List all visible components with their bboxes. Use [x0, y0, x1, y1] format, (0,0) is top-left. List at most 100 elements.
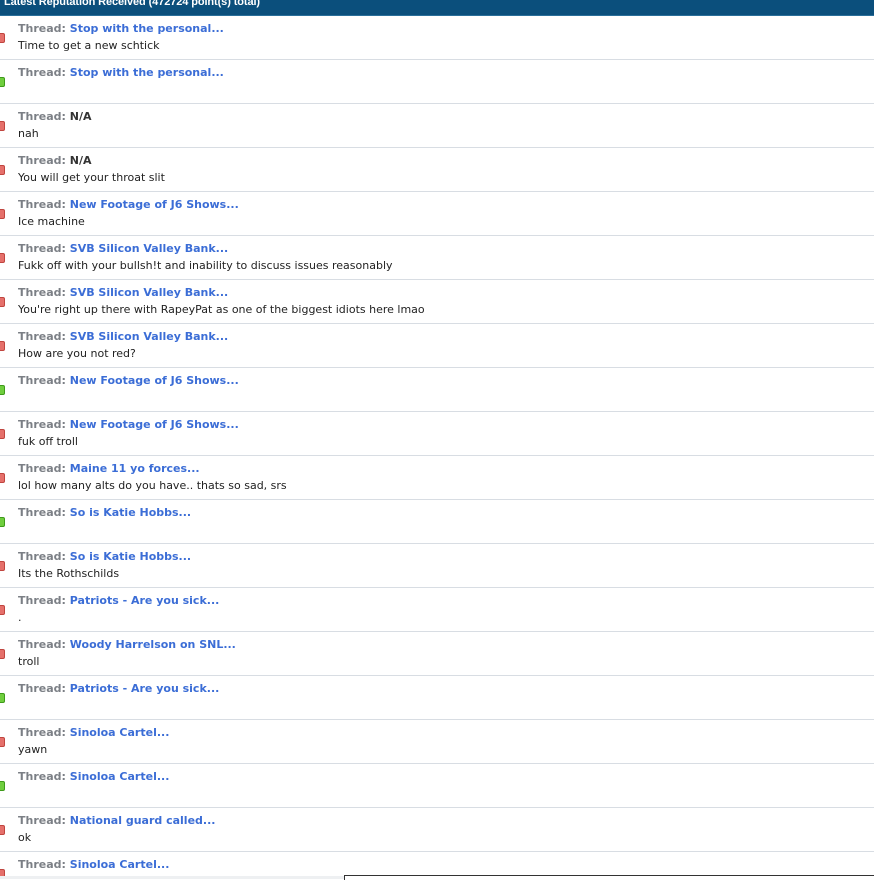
thread-link[interactable]: New Footage of J6 Shows... [70, 418, 239, 431]
thread-line: Thread: Patriots - Are you sick... [18, 682, 219, 695]
reputation-header-title: Latest Reputation Received (472724 point… [4, 0, 260, 8]
thread-line: Thread: Patriots - Are you sick... [18, 594, 219, 607]
thread-link[interactable]: Sinoloa Cartel... [70, 770, 170, 783]
thread-line: Thread: N/A [18, 154, 92, 167]
reputation-header: Latest Reputation Received (472724 point… [0, 0, 874, 16]
thread-line: Thread: Sinoloa Cartel... [18, 858, 169, 871]
thread-label: Thread: [18, 22, 66, 35]
reputation-row: Thread: Patriots - Are you sick... [0, 676, 874, 720]
thread-title: N/A [69, 110, 92, 123]
rep-comment: ok [18, 831, 32, 844]
thread-link[interactable]: New Footage of J6 Shows... [70, 374, 239, 387]
thread-line: Thread: Sinoloa Cartel... [18, 726, 169, 739]
thread-link[interactable]: Maine 11 yo forces... [70, 462, 200, 475]
rep-comment: You're right up there with RapeyPat as o… [18, 303, 425, 316]
rep-comment: You will get your throat slit [18, 171, 165, 184]
negative-rep-icon [0, 429, 5, 439]
thread-label: Thread: [18, 198, 66, 211]
positive-rep-icon [0, 385, 5, 395]
rep-comment: yawn [18, 743, 48, 756]
thread-line: Thread: Stop with the personal... [18, 22, 224, 35]
thread-line: Thread: Sinoloa Cartel... [18, 770, 169, 783]
rep-comment: How are you not red? [18, 347, 136, 360]
thread-line: Thread: SVB Silicon Valley Bank... [18, 242, 228, 255]
thread-line: Thread: SVB Silicon Valley Bank... [18, 286, 228, 299]
rep-comment: Time to get a new schtick [18, 39, 160, 52]
negative-rep-icon [0, 649, 5, 659]
negative-rep-icon [0, 165, 5, 175]
thread-label: Thread: [18, 638, 66, 651]
thread-line: Thread: New Footage of J6 Shows... [18, 374, 239, 387]
reputation-row: Thread: SVB Silicon Valley Bank... How ar… [0, 324, 874, 368]
thread-label: Thread: [18, 110, 66, 123]
thread-label: Thread: [18, 154, 66, 167]
thread-label: Thread: [18, 286, 66, 299]
positive-rep-icon [0, 781, 5, 791]
thread-link[interactable]: Patriots - Are you sick... [70, 682, 220, 695]
thread-label: Thread: [18, 330, 66, 343]
negative-rep-icon [0, 297, 5, 307]
negative-rep-icon [0, 121, 5, 131]
rep-comment: nah [18, 127, 39, 140]
thread-line: Thread: So is Katie Hobbs... [18, 506, 191, 519]
thread-line: Thread: Stop with the personal... [18, 66, 224, 79]
thread-link[interactable]: SVB Silicon Valley Bank... [70, 286, 228, 299]
thread-label: Thread: [18, 462, 66, 475]
thread-label: Thread: [18, 726, 66, 739]
reputation-row: Thread: Maine 11 yo forces... lol how man… [0, 456, 874, 500]
thread-link[interactable]: So is Katie Hobbs... [70, 550, 191, 563]
negative-rep-icon [0, 33, 5, 43]
thread-link[interactable]: SVB Silicon Valley Bank... [70, 330, 228, 343]
thread-line: Thread: National guard called... [18, 814, 215, 827]
rep-comment: . [18, 611, 22, 624]
reputation-row: Thread: Patriots - Are you sick.... [0, 588, 874, 632]
thread-link[interactable]: Woody Harrelson on SNL... [70, 638, 236, 651]
rep-comment: troll [18, 655, 40, 668]
rep-comment: lol how many alts do you have.. thats so… [18, 479, 287, 492]
rep-comment: Its the Rothschilds [18, 567, 120, 580]
negative-rep-icon [0, 473, 5, 483]
thread-link[interactable]: SVB Silicon Valley Bank... [70, 242, 228, 255]
reputation-row: Thread: So is Katie Hobbs... [0, 500, 874, 544]
positive-rep-icon [0, 693, 5, 703]
thread-label: Thread: [18, 682, 66, 695]
thread-link[interactable]: Stop with the personal... [70, 22, 224, 35]
negative-rep-icon [0, 341, 5, 351]
thread-label: Thread: [18, 550, 66, 563]
thread-label: Thread: [18, 242, 66, 255]
reputation-row: Thread: Stop with the personal... [0, 60, 874, 104]
thread-link[interactable]: Patriots - Are you sick... [70, 594, 220, 607]
rep-comment: fuk off troll [18, 435, 78, 448]
bottom-panel-edge [344, 875, 874, 880]
reputation-row: Thread: SVB Silicon Valley Bank... Fukk o… [0, 236, 874, 280]
thread-label: Thread: [18, 770, 66, 783]
thread-link[interactable]: National guard called... [70, 814, 216, 827]
thread-label: Thread: [18, 814, 66, 827]
rep-comment: Ice machine [18, 215, 85, 228]
reputation-row: Thread: Woody Harrelson on SNL... troll [0, 632, 874, 676]
thread-link[interactable]: Stop with the personal... [70, 66, 224, 79]
reputation-row: Thread: Sinoloa Cartel... yawn [0, 720, 874, 764]
reputation-row: Thread: So is Katie Hobbs... Its the Roth… [0, 544, 874, 588]
reputation-row: Thread: Sinoloa Cartel... [0, 764, 874, 808]
thread-line: Thread: Woody Harrelson on SNL... [18, 638, 236, 651]
negative-rep-icon [0, 253, 5, 263]
negative-rep-icon [0, 737, 5, 747]
reputation-row: Thread: New Footage of J6 Shows... [0, 368, 874, 412]
negative-rep-icon [0, 605, 5, 615]
thread-link[interactable]: So is Katie Hobbs... [70, 506, 191, 519]
thread-label: Thread: [18, 66, 66, 79]
thread-link[interactable]: New Footage of J6 Shows... [70, 198, 239, 211]
thread-label: Thread: [18, 506, 66, 519]
thread-link[interactable]: Sinoloa Cartel... [70, 858, 170, 871]
reputation-row: Thread: N/A You will get your throat slit [0, 148, 874, 192]
thread-label: Thread: [18, 594, 66, 607]
negative-rep-icon [0, 561, 5, 571]
reputation-list: Thread: Stop with the personal... Time to… [0, 16, 874, 882]
rep-comment: Fukk off with your bullsh!t and inabilit… [18, 259, 393, 272]
negative-rep-icon [0, 209, 5, 219]
thread-label: Thread: [18, 418, 66, 431]
thread-link[interactable]: Sinoloa Cartel... [70, 726, 170, 739]
reputation-row: Thread: National guard called... ok [0, 808, 874, 852]
positive-rep-icon [0, 77, 5, 87]
